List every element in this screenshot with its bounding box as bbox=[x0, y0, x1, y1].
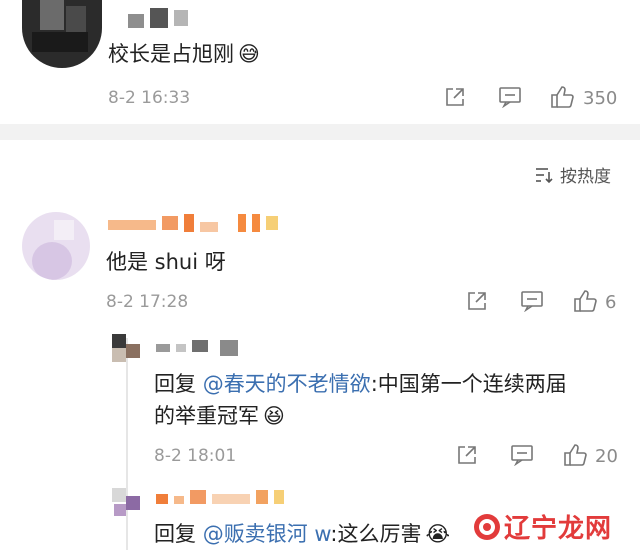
watermark-emblem-icon bbox=[474, 513, 500, 540]
section-divider bbox=[0, 124, 640, 140]
reply-text-continued: 的举重冠军 😆 bbox=[154, 404, 285, 428]
post-like-count: 350 bbox=[583, 88, 618, 109]
comment-icon[interactable] bbox=[520, 290, 544, 312]
sort-by-hot-button[interactable]: 按热度 bbox=[534, 162, 611, 187]
username-blurred bbox=[128, 8, 188, 28]
avatar[interactable] bbox=[112, 486, 144, 518]
reply-timestamp: 8-2 18:01 bbox=[154, 446, 237, 466]
comment-icon[interactable] bbox=[510, 444, 534, 466]
avatar[interactable] bbox=[22, 212, 90, 280]
share-icon[interactable] bbox=[456, 444, 478, 466]
comment-icon[interactable] bbox=[498, 86, 522, 108]
share-icon[interactable] bbox=[466, 290, 488, 312]
avatar[interactable] bbox=[112, 330, 144, 362]
mention-link[interactable]: @贩卖银河 w bbox=[203, 522, 331, 546]
avatar[interactable] bbox=[22, 0, 102, 68]
sort-label: 按热度 bbox=[560, 167, 611, 187]
like-icon[interactable] bbox=[562, 442, 588, 468]
post-timestamp: 8-2 16:33 bbox=[108, 88, 191, 108]
reply-thread-line bbox=[126, 338, 128, 550]
comment-timestamp: 8-2 17:28 bbox=[106, 292, 189, 312]
username-blurred bbox=[108, 214, 278, 232]
reply-text: 回复 @贩卖银河 w:这么厉害 😭 bbox=[154, 522, 451, 546]
reply-like-count: 20 bbox=[595, 446, 618, 467]
post-text: 校长是占旭刚 😅 bbox=[108, 42, 260, 66]
comment-like-count: 6 bbox=[605, 292, 617, 313]
watermark-text: 辽宁龙网 bbox=[504, 514, 613, 544]
username-blurred bbox=[156, 490, 284, 504]
like-icon[interactable] bbox=[549, 84, 575, 110]
share-icon[interactable] bbox=[444, 86, 466, 108]
mention-link[interactable]: @春天的不老情欲 bbox=[203, 372, 371, 396]
username-blurred bbox=[156, 340, 238, 356]
reply-text: 回复 @春天的不老情欲:中国第一个连续两届 bbox=[154, 372, 567, 396]
like-icon[interactable] bbox=[572, 288, 598, 314]
comment-text: 他是 shui 呀 bbox=[106, 250, 226, 274]
watermark-logo: 辽宁龙网 bbox=[474, 508, 612, 545]
sort-icon bbox=[534, 166, 554, 184]
